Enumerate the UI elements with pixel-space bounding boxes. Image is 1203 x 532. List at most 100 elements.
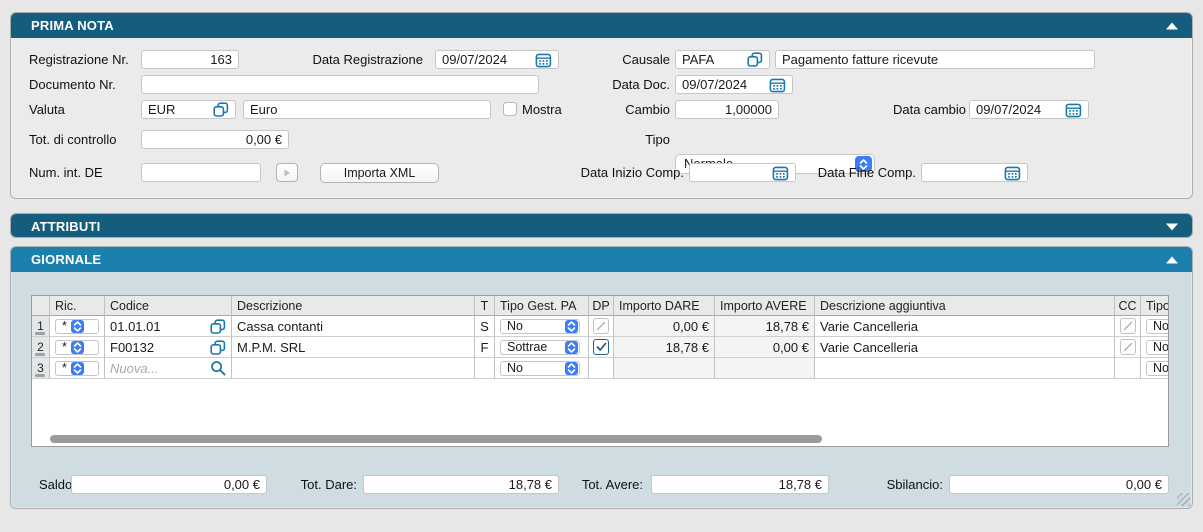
t-cell: F [475, 337, 495, 358]
search-icon[interactable] [210, 360, 226, 376]
codice-cell[interactable]: 01.01.01 [105, 316, 232, 337]
table-row[interactable]: 1 * 01.01.01 Cassa contanti S No 0,00 € … [32, 316, 1169, 337]
col-dp[interactable]: DP [589, 296, 614, 316]
sbilancio-label: Sbilancio: [877, 475, 943, 494]
tipo-select[interactable]: No [1146, 361, 1169, 376]
giornale-table: Ric. Codice Descrizione T Tipo Gest. PA … [31, 295, 1169, 447]
link-icon[interactable] [210, 340, 226, 355]
col-importo-dare[interactable]: Importo DARE [614, 296, 715, 316]
codice-search-cell[interactable]: Nuova... [105, 358, 232, 379]
link-icon[interactable] [747, 52, 763, 67]
ric-select[interactable]: * [55, 340, 99, 355]
valuta-description-field[interactable]: Euro [243, 100, 491, 119]
tipo-gest-pa-select[interactable]: No [500, 319, 580, 334]
tot-dare-label: Tot. Dare: [281, 475, 357, 494]
calendar-icon[interactable] [1065, 102, 1082, 118]
table-row-new[interactable]: 3 * Nuova... No No [32, 358, 1169, 379]
importo-avere-cell[interactable]: 18,78 € [715, 316, 815, 337]
data-cambio-field[interactable]: 09/07/2024 [969, 100, 1089, 119]
tot-di-controllo-field[interactable]: 0,00 € [141, 130, 289, 149]
importo-dare-cell[interactable]: 0,00 € [614, 316, 715, 337]
data-fine-comp-label: Data Fine Comp. [806, 163, 916, 182]
col-codice[interactable]: Codice [105, 296, 232, 316]
calendar-icon[interactable] [1004, 165, 1021, 181]
importa-xml-button[interactable]: Importa XML [320, 163, 439, 183]
descrizione-cell[interactable]: M.P.M. SRL [232, 337, 475, 358]
mostra-checkbox[interactable] [503, 102, 517, 116]
ric-select[interactable]: * [55, 319, 99, 334]
data-inizio-comp-field[interactable] [689, 163, 796, 182]
importo-dare-cell[interactable] [614, 358, 715, 379]
tipo-select[interactable]: No [1146, 319, 1169, 334]
mostra-label: Mostra [522, 100, 562, 119]
col-cc[interactable]: CC [1115, 296, 1141, 316]
prima-nota-header[interactable]: PRIMA NOTA [11, 13, 1192, 38]
data-cambio-label: Data cambio [866, 100, 966, 119]
tipo-select[interactable]: No [1146, 340, 1169, 355]
collapse-arrow-icon[interactable] [1166, 256, 1178, 263]
descrizione-cell[interactable]: Cassa contanti [232, 316, 475, 337]
data-fine-comp-field[interactable] [921, 163, 1028, 182]
attributi-panel: ATTRIBUTI [10, 213, 1193, 238]
descrizione-cell[interactable] [232, 358, 475, 379]
calendar-icon[interactable] [769, 77, 786, 93]
registrazione-nr-field[interactable]: 163 [141, 50, 239, 69]
sbilancio-field: 0,00 € [949, 475, 1169, 494]
table-header-row: Ric. Codice Descrizione T Tipo Gest. PA … [32, 296, 1169, 316]
attributi-header[interactable]: ATTRIBUTI [11, 214, 1192, 238]
giornale-header[interactable]: GIORNALE [11, 247, 1192, 272]
tipo-gest-pa-select[interactable]: No [500, 361, 580, 376]
data-doc-label: Data Doc. [580, 75, 670, 94]
play-button[interactable] [276, 163, 298, 182]
col-importo-avere[interactable]: Importo AVERE [715, 296, 815, 316]
descrizione-aggiuntiva-cell[interactable] [815, 358, 1115, 379]
cambio-field[interactable]: 1,00000 [675, 100, 779, 119]
codice-cell[interactable]: F00132 [105, 337, 232, 358]
data-registrazione-field[interactable]: 09/07/2024 [435, 50, 559, 69]
giornale-panel: GIORNALE Ric. Codice Descrizione T Tipo … [10, 246, 1193, 509]
tot-avere-field: 18,78 € [651, 475, 829, 494]
dp-checkbox[interactable] [593, 339, 609, 355]
link-icon[interactable] [213, 102, 229, 117]
causale-code-field[interactable]: PAFA [675, 50, 770, 69]
col-tipo[interactable]: Tipo [1141, 296, 1169, 316]
causale-description-field[interactable]: Pagamento fatture ricevute [775, 50, 1095, 69]
tot-dare-field: 18,78 € [363, 475, 559, 494]
t-cell: S [475, 316, 495, 337]
documento-nr-field[interactable] [141, 75, 539, 94]
expand-arrow-icon[interactable] [1166, 223, 1178, 230]
link-icon[interactable] [210, 319, 226, 334]
data-inizio-comp-label: Data Inizio Comp. [569, 163, 684, 182]
tot-di-controllo-label: Tot. di controllo [29, 130, 116, 149]
stepper-icon [71, 362, 84, 375]
giornale-title: GIORNALE [31, 252, 101, 267]
horizontal-scrollbar[interactable] [50, 435, 822, 443]
tipo-gest-pa-select[interactable]: Sottrae [500, 340, 580, 355]
valuta-code-field[interactable]: EUR [141, 100, 236, 119]
descrizione-aggiuntiva-cell[interactable]: Varie Cancelleria [815, 316, 1115, 337]
stepper-icon [565, 320, 578, 333]
valuta-label: Valuta [29, 100, 65, 119]
importo-avere-cell[interactable]: 0,00 € [715, 337, 815, 358]
col-ric[interactable]: Ric. [50, 296, 105, 316]
num-int-de-field[interactable] [141, 163, 261, 182]
col-descrizione-aggiuntiva[interactable]: Descrizione aggiuntiva [815, 296, 1115, 316]
importo-avere-cell[interactable] [715, 358, 815, 379]
col-descrizione[interactable]: Descrizione [232, 296, 475, 316]
calendar-icon[interactable] [772, 165, 789, 181]
descrizione-aggiuntiva-cell[interactable]: Varie Cancelleria [815, 337, 1115, 358]
prima-nota-panel: PRIMA NOTA Registrazione Nr. 163 Data Re… [10, 12, 1193, 199]
cc-checkbox [1120, 339, 1136, 355]
col-t[interactable]: T [475, 296, 495, 316]
importo-dare-cell[interactable]: 18,78 € [614, 337, 715, 358]
collapse-arrow-icon[interactable] [1166, 22, 1178, 29]
resize-grip[interactable] [1177, 493, 1190, 506]
col-tipo-gest-pa[interactable]: Tipo Gest. PA [495, 296, 589, 316]
stepper-icon [565, 341, 578, 354]
calendar-icon[interactable] [535, 52, 552, 68]
table-row[interactable]: 2 * F00132 M.P.M. SRL F Sottrae 18,78 € … [32, 337, 1169, 358]
cc-checkbox [1120, 318, 1136, 334]
data-doc-field[interactable]: 09/07/2024 [675, 75, 793, 94]
documento-nr-label: Documento Nr. [29, 75, 116, 94]
ric-select[interactable]: * [55, 361, 99, 376]
